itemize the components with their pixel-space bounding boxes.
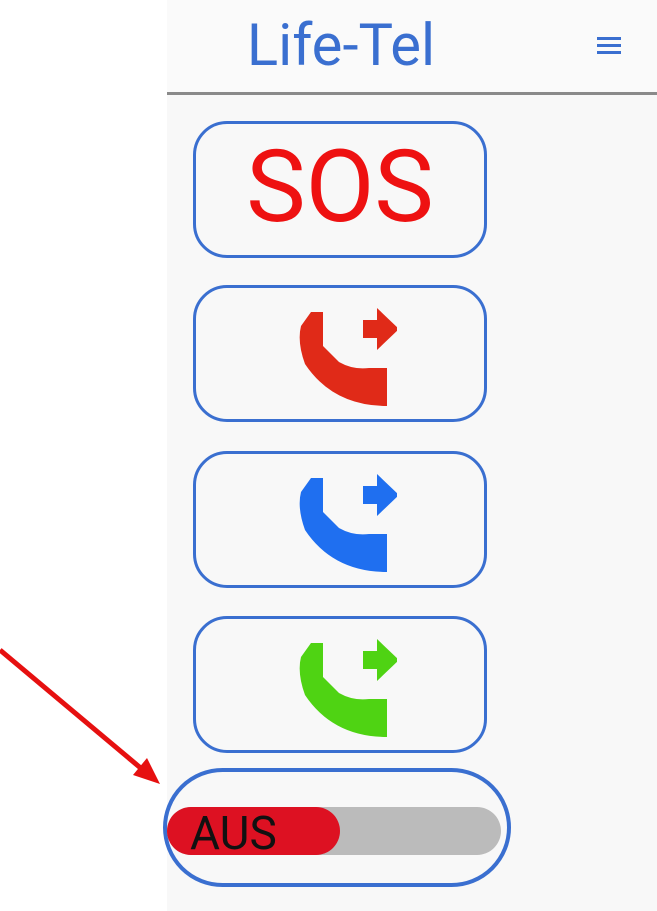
toggle-label: AUS bbox=[190, 807, 277, 861]
left-margin bbox=[0, 0, 167, 911]
sos-button[interactable]: SOS bbox=[193, 121, 487, 258]
red-call-button[interactable] bbox=[193, 285, 487, 422]
phone-forward-icon bbox=[299, 308, 397, 406]
app-screen: Life-Tel SOS AUS bbox=[163, 0, 657, 911]
app-header: Life-Tel bbox=[167, 0, 657, 95]
on-off-toggle[interactable]: AUS bbox=[163, 768, 511, 887]
blue-call-button[interactable] bbox=[193, 451, 487, 588]
toggle-track: AUS bbox=[167, 807, 501, 861]
sos-label: SOS bbox=[246, 129, 434, 246]
green-call-button[interactable] bbox=[193, 616, 487, 753]
phone-forward-icon bbox=[299, 639, 397, 737]
hamburger-menu-icon[interactable] bbox=[597, 35, 621, 55]
phone-forward-icon bbox=[299, 474, 397, 572]
app-title: Life-Tel bbox=[246, 12, 436, 80]
